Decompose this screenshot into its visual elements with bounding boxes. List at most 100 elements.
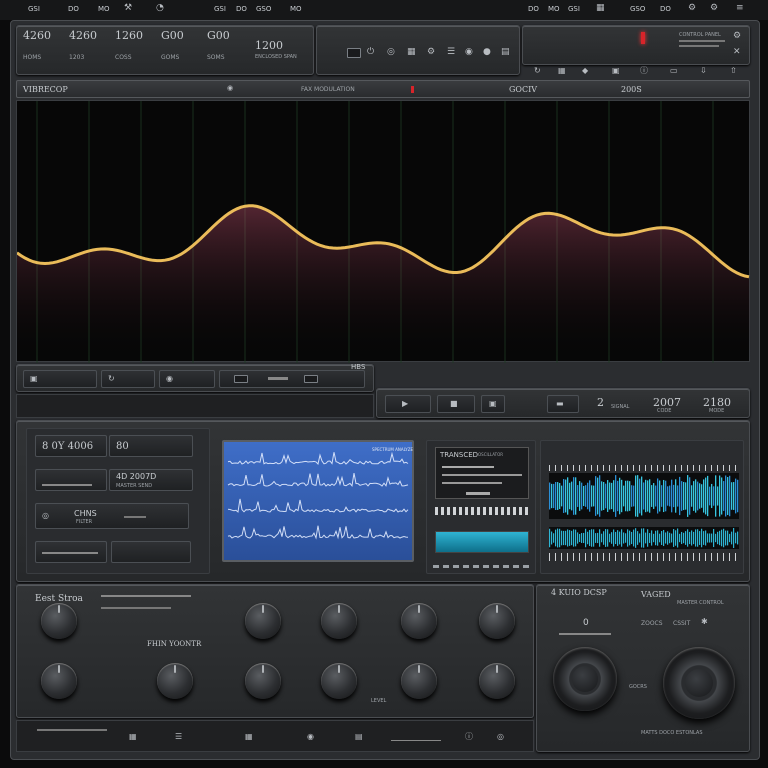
footer-slider[interactable] — [391, 735, 441, 741]
grid-icon[interactable]: ▦ — [245, 733, 253, 741]
transport-button[interactable]: ↻ — [101, 370, 155, 388]
meter-bar — [643, 482, 645, 510]
transport-button[interactable]: ◉ — [159, 370, 215, 388]
big-knob-left[interactable] — [553, 647, 617, 711]
power-icon[interactable]: ⏻ — [367, 48, 374, 57]
big-knob-right[interactable] — [663, 647, 735, 719]
tuner-icon[interactable]: ◎ — [387, 48, 395, 57]
readout-cell[interactable]: 4260 1203 — [69, 30, 115, 70]
waveform-display[interactable] — [16, 100, 751, 363]
osc-bar[interactable] — [435, 531, 529, 553]
meter-bar — [679, 476, 681, 516]
meter-bar — [693, 481, 695, 511]
sliders-icon[interactable]: ≡ — [736, 4, 744, 13]
info-icon[interactable]: ⓘ — [640, 67, 648, 75]
readout-cell[interactable]: G00 SOMS — [207, 30, 253, 70]
field-2-value: CHNS — [74, 509, 97, 518]
mode-button[interactable] — [347, 48, 361, 58]
spectrum-screen[interactable]: SPECTRUM ANALYZE — [222, 440, 414, 562]
knob-1[interactable] — [41, 603, 77, 639]
transport-button[interactable]: ▬ — [547, 395, 579, 413]
master-cost: CSSIT — [673, 620, 691, 627]
display-1[interactable]: 8 0Y 4006 — [35, 435, 107, 457]
knob-7[interactable] — [157, 663, 193, 699]
slider-handle[interactable] — [304, 375, 318, 383]
knob-5[interactable] — [479, 603, 515, 639]
readout-cell[interactable]: 4260 HOMS — [23, 30, 69, 70]
readout-cell[interactable]: G00 GOMS — [161, 30, 207, 70]
close-icon[interactable]: ✕ — [733, 48, 741, 57]
knob-6[interactable] — [41, 663, 77, 699]
target-icon[interactable]: ◉ — [465, 48, 473, 57]
grid-icon[interactable]: ▦ — [129, 733, 137, 741]
meter-bar — [731, 531, 733, 545]
grid-icon[interactable]: ▦ — [407, 48, 416, 57]
meter-bar — [709, 533, 711, 543]
field-2[interactable]: ◎ CHNS FILTER — [35, 503, 189, 529]
transport-button[interactable]: ▶ — [385, 395, 431, 413]
osc-display[interactable]: TRANSCED OSCILLATOR — [435, 447, 529, 499]
field-block[interactable] — [35, 469, 107, 491]
knob-11[interactable] — [479, 663, 515, 699]
blank-button[interactable] — [111, 541, 191, 563]
bell-icon[interactable]: ◆ — [582, 67, 588, 75]
grid-icon[interactable]: ▦ — [596, 4, 605, 13]
refresh-icon[interactable]: ↻ — [534, 67, 541, 75]
knob-8[interactable] — [245, 663, 281, 699]
transport-button[interactable]: ■ — [437, 395, 475, 413]
record-icon[interactable]: ◎ — [497, 733, 504, 741]
transport-button[interactable]: ▣ — [23, 370, 97, 388]
knob-2[interactable] — [245, 603, 281, 639]
grid-icon[interactable]: ▦ — [558, 67, 566, 75]
upload-icon[interactable]: ⇧ — [730, 67, 737, 75]
download-icon[interactable]: ⇩ — [700, 67, 707, 75]
clock-icon[interactable]: ◔ — [156, 4, 164, 13]
settings-icon[interactable]: ⚙ — [710, 4, 718, 13]
osc-line — [442, 466, 494, 468]
readout-cell[interactable]: 1260 COSS — [115, 30, 161, 70]
field-1[interactable]: 4D 2007D MASTER SEND — [109, 469, 193, 491]
header-control-panel: CONTROL PANEL ⚙ ✕ — [522, 25, 750, 65]
meter-display[interactable] — [549, 473, 739, 519]
meter-bar — [605, 483, 607, 509]
mini-slider[interactable] — [35, 541, 107, 563]
list-icon[interactable]: ☰ — [447, 48, 455, 57]
meter-bar — [639, 533, 641, 543]
meter-bar — [581, 533, 583, 543]
menu-icon[interactable]: ▤ — [355, 733, 363, 741]
meter-bar — [649, 479, 651, 513]
slider-handle[interactable] — [234, 375, 248, 383]
gear-icon[interactable]: ⚙ — [688, 4, 696, 13]
display-icon[interactable]: ▭ — [670, 67, 678, 75]
meter-bar — [719, 530, 721, 546]
knob-4[interactable] — [401, 603, 437, 639]
meter-display-2[interactable] — [549, 527, 739, 549]
display-2[interactable]: 80 — [109, 435, 193, 457]
meter-bar — [629, 530, 631, 546]
meter-bar — [637, 531, 639, 545]
list-icon[interactable]: ☰ — [175, 733, 182, 741]
readout-value: G00 — [207, 29, 230, 42]
toggle-icon: ◎ — [42, 511, 49, 520]
meter-bar — [593, 529, 595, 547]
meter-module — [540, 440, 744, 574]
menu-icon[interactable]: ▤ — [501, 48, 510, 57]
scale-line — [559, 633, 611, 635]
meter-bar — [669, 532, 671, 544]
knob-3[interactable] — [321, 603, 357, 639]
knob-10[interactable] — [401, 663, 437, 699]
save-icon[interactable]: ▣ — [612, 67, 620, 75]
wrench-icon[interactable]: ⚒ — [124, 4, 132, 13]
record-icon[interactable]: ● — [483, 48, 491, 57]
transport-button[interactable]: ▣ — [481, 395, 505, 413]
knob-scale-label: LEVEL — [371, 698, 387, 704]
target-icon[interactable]: ◉ — [307, 733, 314, 741]
transport-slider[interactable] — [219, 370, 365, 388]
settings-icon[interactable]: ⚙ — [427, 48, 435, 57]
bookmark-icon[interactable]: ✱ — [701, 618, 708, 626]
knob-9[interactable] — [321, 663, 357, 699]
info-icon[interactable]: ⓘ — [465, 733, 473, 741]
gear-icon[interactable]: ⚙ — [733, 32, 741, 41]
meter-bar — [589, 480, 591, 512]
meter-bar — [711, 533, 713, 543]
